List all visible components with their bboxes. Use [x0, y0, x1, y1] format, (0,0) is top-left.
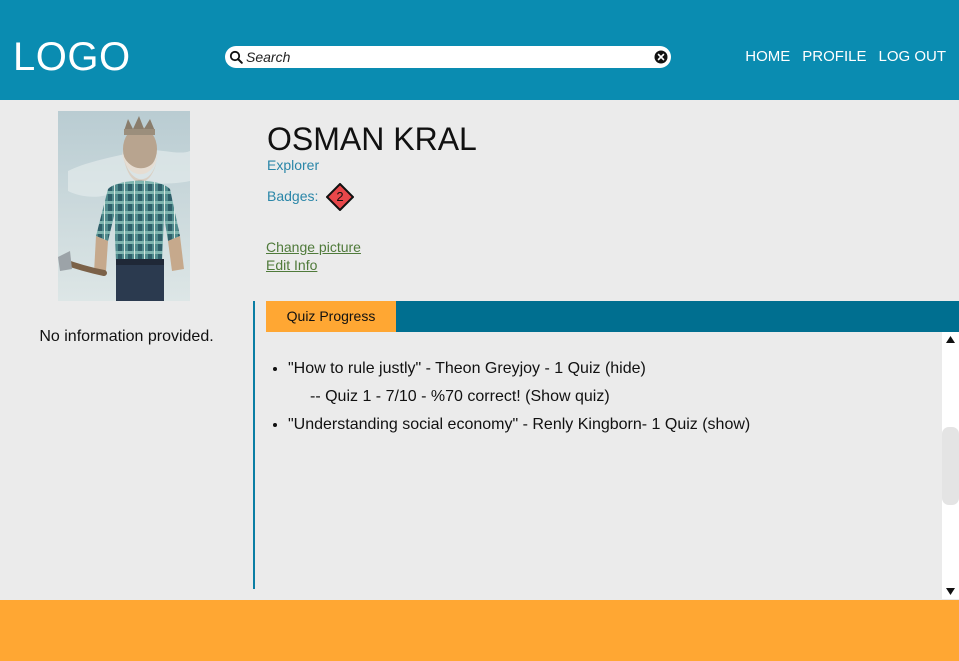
- list-item[interactable]: "How to rule justly" - Theon Greyjoy - 1…: [288, 355, 750, 383]
- quiz-progress-panel: "How to rule justly" - Theon Greyjoy - 1…: [266, 332, 942, 588]
- column-divider: [253, 301, 255, 589]
- profile-role: Explorer: [267, 157, 320, 173]
- avatar-image: [58, 111, 190, 301]
- avatar: [58, 111, 190, 301]
- nav-logout-link[interactable]: LOG OUT: [878, 48, 946, 66]
- logo[interactable]: LOGO: [13, 34, 131, 80]
- profile-name: OSMAN KRAL: [267, 121, 477, 157]
- close-circle-icon[interactable]: [654, 50, 668, 64]
- tab-bar: Quiz Progress: [266, 301, 959, 332]
- scroll-down-icon[interactable]: [942, 583, 959, 599]
- about-text: No information provided.: [39, 328, 214, 345]
- tab-quiz-progress[interactable]: Quiz Progress: [266, 301, 396, 332]
- top-nav: HOME PROFILE LOG OUT: [745, 48, 946, 66]
- list-item[interactable]: "Understanding social economy" - Renly K…: [288, 411, 750, 439]
- edit-info-link[interactable]: Edit Info: [266, 257, 317, 273]
- scroll-up-icon[interactable]: [942, 332, 959, 348]
- list-item-sub[interactable]: -- Quiz 1 - 7/10 - %70 correct! (Show qu…: [288, 383, 750, 411]
- change-picture-link[interactable]: Change picture: [266, 239, 361, 255]
- header-bar: LOGO HOME PROFILE LOG OUT: [0, 0, 959, 100]
- badge-count: 2: [336, 189, 344, 204]
- footer-bar: [0, 600, 959, 661]
- nav-profile-link[interactable]: PROFILE: [802, 48, 866, 66]
- badges-label: Badges:: [267, 188, 319, 204]
- badge[interactable]: 2: [325, 182, 355, 212]
- nav-home-link[interactable]: HOME: [745, 48, 790, 66]
- scroll-thumb[interactable]: [942, 427, 959, 505]
- search-box[interactable]: [225, 46, 671, 68]
- quiz-list: "How to rule justly" - Theon Greyjoy - 1…: [266, 355, 750, 439]
- search-icon[interactable]: [229, 50, 243, 64]
- search-input[interactable]: [246, 47, 646, 67]
- scrollbar[interactable]: [942, 332, 959, 599]
